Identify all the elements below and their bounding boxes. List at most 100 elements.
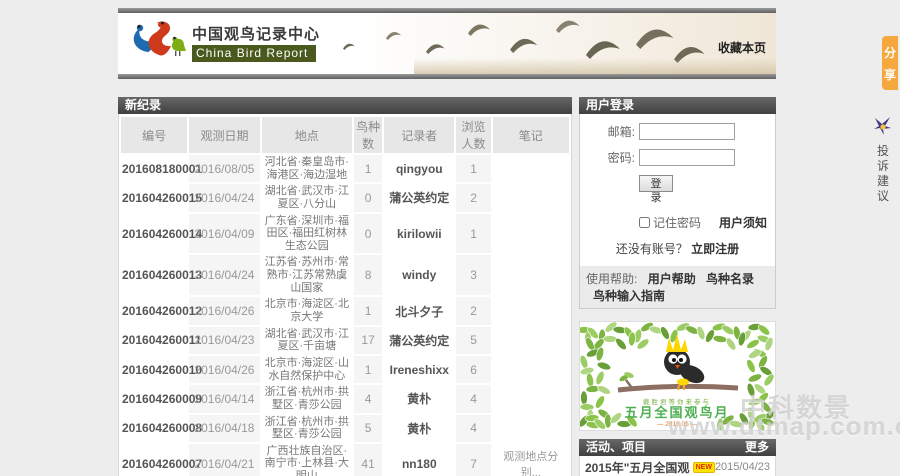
record-row: 201604260014 2016/04/09 广东省·深圳市·福田区·福田红树林生… (121, 213, 569, 254)
record-id[interactable]: 201604260012 (121, 297, 202, 324)
logo-text: 中国观鸟记录中心 China Bird Report (192, 20, 320, 62)
record-location: 北京市·海淀区·山水自然保护中心 (264, 356, 349, 382)
record-views: 3 (456, 255, 491, 296)
user-help-link[interactable]: 用户帮助 (648, 272, 696, 286)
record-id[interactable]: 201604260007 (121, 444, 202, 476)
share-tab[interactable]: 分 享 (882, 36, 898, 90)
col-header-id: 编号 (121, 117, 188, 153)
record-observer[interactable]: kirilowii (384, 214, 454, 254)
record-date: 2016/04/26 (189, 297, 260, 325)
record-note (493, 155, 569, 182)
record-date: 2016/08/05 (189, 155, 260, 183)
record-views: 4 (456, 385, 491, 413)
record-location: 湖北省·武汉市·江夏区·八分山 (264, 185, 349, 210)
complaint-widget[interactable]: 投诉建议 (872, 116, 894, 204)
record-observer[interactable]: 蒲公英约定 (384, 184, 454, 211)
record-location: 北京市·海淀区·北京大学 (264, 298, 349, 324)
record-views: 2 (456, 184, 491, 212)
record-observer[interactable]: 黄朴 (384, 385, 454, 412)
record-views: 6 (456, 355, 491, 384)
record-id[interactable]: 201604260013 (121, 255, 202, 295)
species-input-guide-link[interactable]: 鸟种输入指南 (593, 289, 665, 303)
activities-panel: 活动、项目 更多 2015年"五月全国观鸟...NEW2015/04/23201… (579, 439, 776, 476)
password-field[interactable] (639, 149, 735, 166)
record-note (493, 385, 569, 412)
records-panel-title: 新纪录 (125, 98, 162, 112)
record-id[interactable]: 201604260010 (121, 356, 202, 383)
record-species-count: 1 (354, 355, 383, 384)
record-observer[interactable]: Ireneshixx (384, 356, 454, 383)
share-label: 分 (883, 45, 896, 60)
login-panel-body: 邮箱: 密码: 登录 记住密码 用户须知 还没有账号？ 立即注册 使用帮助: 用… (579, 114, 776, 309)
email-field[interactable] (639, 123, 735, 140)
col-header-notes: 笔记 (492, 117, 569, 153)
email-label: 邮箱: (607, 125, 635, 139)
record-location: 浙江省·杭州市·拱墅区·青莎公园 (264, 415, 349, 441)
record-id[interactable]: 201604260011 (121, 327, 201, 354)
species-list-link[interactable]: 鸟种名录 (706, 272, 754, 286)
activity-list: 2015年"五月全国观鸟...NEW2015/04/232015年五月，一起来数… (579, 456, 776, 476)
record-date: 2016/04/09 (189, 213, 260, 254)
records-panel-header: 新纪录 (118, 97, 572, 114)
remember-password-checkbox[interactable] (639, 217, 650, 228)
register-link[interactable]: 立即注册 (691, 242, 739, 256)
complaint-label: 投诉建议 (876, 144, 889, 203)
record-views: 4 (456, 414, 491, 442)
record-note (493, 184, 569, 211)
record-species-count: 4 (354, 385, 383, 413)
record-note: 观测地点分别... (503, 450, 559, 476)
birdwatching-month-poster[interactable]: 戴胜君等你来参与 五月全国观鸟月 — 2015.05 — (576, 321, 776, 433)
record-observer[interactable]: qingyou (384, 155, 454, 182)
activity-item: 2015年"五月全国观鸟...NEW2015/04/23 (580, 456, 775, 476)
record-id[interactable]: 201608180001 (121, 155, 202, 182)
share-label: 享 (883, 67, 896, 82)
banner-wrap: 中国观鸟记录中心 China Bird Report 收藏本页 (118, 0, 776, 79)
record-observer[interactable]: nn180 (384, 444, 454, 476)
records-panel-body: 编号 观测日期 地点 鸟种数 记录者 浏览人数 笔记 201608180001 2… (118, 114, 572, 476)
record-row: 201604260010 2016/04/26 北京市·海淀区·山水自然保护中心 1 I… (121, 355, 569, 384)
help-label: 使用帮助: (586, 272, 638, 286)
activities-header: 活动、项目 更多 (579, 439, 776, 456)
new-badge: NEW (692, 461, 715, 473)
record-id[interactable]: 201604260014 (121, 214, 202, 254)
record-observer[interactable]: 黄朴 (384, 415, 454, 442)
record-views: 5 (456, 326, 491, 354)
login-button[interactable]: 登录 (639, 175, 673, 204)
user-notice-link[interactable]: 用户须知 (719, 214, 767, 231)
register-row: 还没有账号？ 立即注册 (580, 240, 775, 257)
email-row: 邮箱: (580, 123, 775, 140)
record-row: 201604260013 2016/04/24 江苏省·苏州市·常熟市·江苏常熟虞山… (121, 255, 569, 296)
record-observer[interactable]: windy (384, 255, 454, 295)
record-note (493, 297, 569, 324)
record-species-count: 1 (354, 297, 383, 325)
record-species-count: 17 (354, 326, 383, 354)
records-header-row: 编号 观测日期 地点 鸟种数 记录者 浏览人数 笔记 (121, 117, 569, 153)
record-note (493, 415, 569, 442)
record-id[interactable]: 201604260009 (121, 385, 202, 412)
record-location: 河北省·秦皇岛市·海港区·海边湿地 (264, 156, 349, 181)
record-row: 201604260015 2016/04/24 湖北省·武汉市·江夏区·八分山 0 蒲公… (121, 184, 569, 212)
record-id[interactable]: 201604260015 (121, 184, 202, 211)
record-date: 2016/04/23 (189, 326, 260, 354)
record-views: 7 (456, 443, 491, 476)
record-views: 2 (456, 297, 491, 325)
bookmark-link[interactable]: 收藏本页 (718, 39, 766, 56)
record-observer[interactable]: 蒲公英约定 (384, 327, 454, 354)
record-date: 2016/04/21 (189, 443, 260, 476)
help-strip: 使用帮助: 用户帮助 鸟种名录 鸟种输入指南 (580, 266, 775, 308)
col-header-date: 观测日期 (189, 117, 260, 153)
remember-password-label: 记住密码 (653, 216, 702, 230)
main-area: 新纪录 编号 观测日期 地点 鸟种数 记录者 浏览人数 笔记 201608180… (118, 97, 776, 476)
record-observer[interactable]: 北斗夕子 (384, 297, 454, 324)
record-species-count: 1 (354, 155, 383, 183)
record-date: 2016/04/24 (189, 255, 260, 296)
record-id[interactable]: 201604260008 (121, 415, 202, 442)
site-banner: 中国观鸟记录中心 China Bird Report 收藏本页 (118, 13, 776, 74)
record-note (493, 327, 569, 354)
record-row: 201604260008 2016/04/18 浙江省·杭州市·拱墅区·青莎公园 5 黄… (121, 414, 569, 442)
record-location: 江苏省·苏州市·常熟市·江苏常熟虞山国家 (264, 256, 349, 294)
left-column: 新纪录 编号 观测日期 地点 鸟种数 记录者 浏览人数 笔记 201608180… (118, 97, 572, 476)
activity-link[interactable]: 2015年"五月全国观鸟... (585, 459, 690, 476)
more-link[interactable]: 更多 (745, 439, 769, 456)
poster-title: 五月全国观鸟月 (624, 405, 729, 420)
